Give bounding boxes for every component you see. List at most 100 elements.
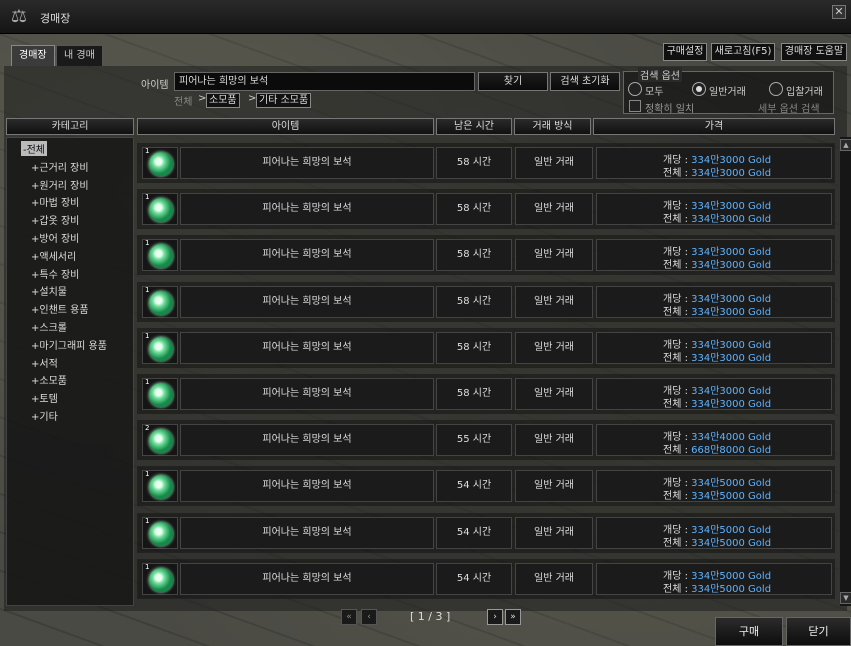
prev-page-icon[interactable]: ‹ — [361, 609, 377, 625]
category-item[interactable]: +서적 — [31, 355, 58, 370]
remaining-time: 58 시간 — [436, 239, 512, 272]
category-item[interactable]: +특수 장비 — [31, 266, 79, 281]
item-name: 피어나는 희망의 보석 — [180, 239, 434, 272]
total-price: 334만3000 Gold — [691, 306, 772, 318]
reset-search-button[interactable]: 검색 초기화 — [550, 72, 620, 91]
category-item[interactable]: +마법 장비 — [31, 194, 79, 209]
listing-row[interactable]: 1 피어나는 희망의 보석 54 시간 일반 거래 개당 : 334만5000 Gold… — [137, 512, 835, 553]
scrollbar[interactable]: ▲ ▼ — [839, 137, 851, 606]
close-button[interactable]: 닫기 — [786, 617, 851, 646]
gem-icon — [149, 198, 173, 223]
breadcrumb-all[interactable]: 전체 — [174, 93, 192, 108]
category-item[interactable]: +기타 — [31, 408, 58, 423]
price-cell: 개당 : 334만3000 Gold 전체 : 334만3000 Gold — [596, 285, 832, 318]
price-cell: 개당 : 334만5000 Gold 전체 : 334만5000 Gold — [596, 470, 832, 503]
category-item[interactable]: +액세서리 — [31, 248, 76, 263]
item-slot[interactable]: 1 — [142, 516, 178, 549]
item-slot[interactable]: 1 — [142, 147, 178, 179]
purchase-settings-button[interactable]: 구매설정 — [663, 43, 707, 61]
search-options-box: 검색 옵션 모두 일반거래 입찰거래 정확히 일치 세부 옵션 검색 — [623, 67, 834, 115]
breadcrumb-other-consumables[interactable]: 기타 소모품 — [256, 93, 312, 108]
tab-auction[interactable]: 경매장 — [11, 45, 55, 66]
listing-row[interactable]: 1 피어나는 희망의 보석 58 시간 일반 거래 개당 : 334만3000 Gold… — [137, 327, 835, 368]
category-item[interactable]: +방어 장비 — [31, 230, 79, 245]
gem-icon — [149, 152, 173, 176]
item-slot[interactable]: 1 — [142, 562, 178, 595]
exact-match-checkbox[interactable] — [629, 100, 641, 112]
item-slot[interactable]: 1 — [142, 378, 178, 410]
remaining-time: 58 시간 — [436, 331, 512, 364]
first-page-icon[interactable]: « — [341, 609, 357, 625]
header-remaining-time[interactable]: 남은 시간 — [436, 118, 512, 135]
item-slot[interactable]: 1 — [142, 331, 178, 364]
item-slot[interactable]: 1 — [142, 193, 178, 226]
refresh-button[interactable]: 새로고침(F5) — [711, 43, 775, 61]
item-slot[interactable]: 2 — [142, 424, 178, 457]
listing-row[interactable]: 1 피어나는 희망의 보석 58 시간 일반 거래 개당 : 334만3000 Gold… — [137, 374, 835, 414]
trade-method: 일반 거래 — [515, 424, 593, 457]
remaining-time: 55 시간 — [436, 424, 512, 457]
total-price-label: 전체 : — [663, 352, 688, 364]
close-icon[interactable]: ✕ — [832, 5, 846, 19]
remaining-time: 58 시간 — [436, 378, 512, 410]
category-item[interactable]: +소모품 — [31, 372, 67, 387]
item-slot[interactable]: 1 — [142, 470, 178, 503]
next-page-icon[interactable]: › — [487, 609, 503, 625]
total-price-label: 전체 : — [663, 260, 688, 272]
listing-row[interactable]: 1 피어나는 희망의 보석 54 시간 일반 거래 개당 : 334만5000 Gold… — [137, 558, 835, 599]
item-name: 피어나는 희망의 보석 — [180, 285, 434, 318]
last-page-icon[interactable]: » — [505, 609, 521, 625]
radio-normal-trade[interactable] — [692, 82, 706, 96]
total-price-label: 전체 : — [663, 214, 688, 226]
total-price: 334만5000 Gold — [691, 491, 772, 503]
item-search-input[interactable]: 피어나는 희망의 보석 — [174, 72, 475, 91]
gem-icon — [149, 567, 173, 592]
listing-row[interactable]: 1 피어나는 희망의 보석 54 시간 일반 거래 개당 : 334만5000 Gold… — [137, 466, 835, 507]
header-category: 카테고리 — [6, 118, 134, 135]
radio-bid-trade[interactable] — [769, 82, 783, 96]
header-trade-method[interactable]: 거래 방식 — [514, 118, 591, 135]
listing-row[interactable]: 1 피어나는 희망의 보석 58 시간 일반 거래 개당 : 334만3000 Gold… — [137, 143, 835, 183]
buy-button[interactable]: 구매 — [715, 617, 783, 646]
category-item[interactable]: +갑옷 장비 — [31, 212, 79, 227]
find-button[interactable]: 찾기 — [478, 72, 548, 91]
radio-all[interactable] — [628, 82, 642, 96]
total-price: 334만3000 Gold — [691, 260, 772, 272]
trade-method: 일반 거래 — [515, 562, 593, 595]
category-item[interactable]: +설치물 — [31, 283, 67, 298]
listing-row[interactable]: 1 피어나는 희망의 보석 58 시간 일반 거래 개당 : 334만3000 Gold… — [137, 235, 835, 276]
item-slot[interactable]: 1 — [142, 285, 178, 318]
item-name: 피어나는 희망의 보석 — [180, 470, 434, 503]
category-item[interactable]: +인챈트 용품 — [31, 301, 89, 316]
scroll-down-icon[interactable]: ▼ — [840, 592, 851, 604]
item-slot[interactable]: 1 — [142, 239, 178, 272]
item-quantity: 1 — [145, 147, 150, 155]
price-cell: 개당 : 334만3000 Gold 전체 : 334만3000 Gold — [596, 331, 832, 364]
category-item[interactable]: -전체 — [21, 141, 48, 156]
category-item[interactable]: +근거리 장비 — [31, 159, 89, 174]
breadcrumb-consumables[interactable]: 소모품 — [206, 93, 240, 108]
help-button[interactable]: 경매장 도움말 — [781, 43, 847, 61]
category-item[interactable]: +마기그래피 용품 — [31, 337, 107, 352]
detail-options-search-button[interactable]: 세부 옵션 검색 — [758, 100, 820, 115]
item-quantity: 2 — [145, 424, 150, 433]
item-name: 피어나는 희망의 보석 — [180, 378, 434, 410]
header-price[interactable]: 가격 — [593, 118, 835, 135]
total-price-label: 전체 : — [663, 537, 688, 549]
item-search-label: 아이템 — [141, 80, 169, 91]
radio-normal-trade-label: 일반거래 — [709, 87, 746, 98]
header-item[interactable]: 아이템 — [137, 118, 434, 135]
listing-row[interactable]: 2 피어나는 희망의 보석 55 시간 일반 거래 개당 : 334만4000 Gold… — [137, 420, 835, 461]
listing-row[interactable]: 1 피어나는 희망의 보석 58 시간 일반 거래 개당 : 334만3000 Gold… — [137, 281, 835, 322]
category-item[interactable]: +스크롤 — [31, 319, 67, 334]
listing-row[interactable]: 1 피어나는 희망의 보석 58 시간 일반 거래 개당 : 334만3000 Gold… — [137, 189, 835, 230]
remaining-time: 58 시간 — [436, 193, 512, 226]
tab-my-auction[interactable]: 내 경매 — [56, 45, 103, 66]
category-item[interactable]: +토템 — [31, 390, 58, 405]
category-item[interactable]: +원거리 장비 — [31, 177, 89, 192]
price-cell: 개당 : 334만3000 Gold 전체 : 334만3000 Gold — [596, 239, 832, 272]
trade-method: 일반 거래 — [515, 239, 593, 272]
scroll-up-icon[interactable]: ▲ — [840, 139, 851, 151]
gem-icon — [149, 244, 173, 269]
total-price: 334만3000 Gold — [691, 399, 772, 410]
